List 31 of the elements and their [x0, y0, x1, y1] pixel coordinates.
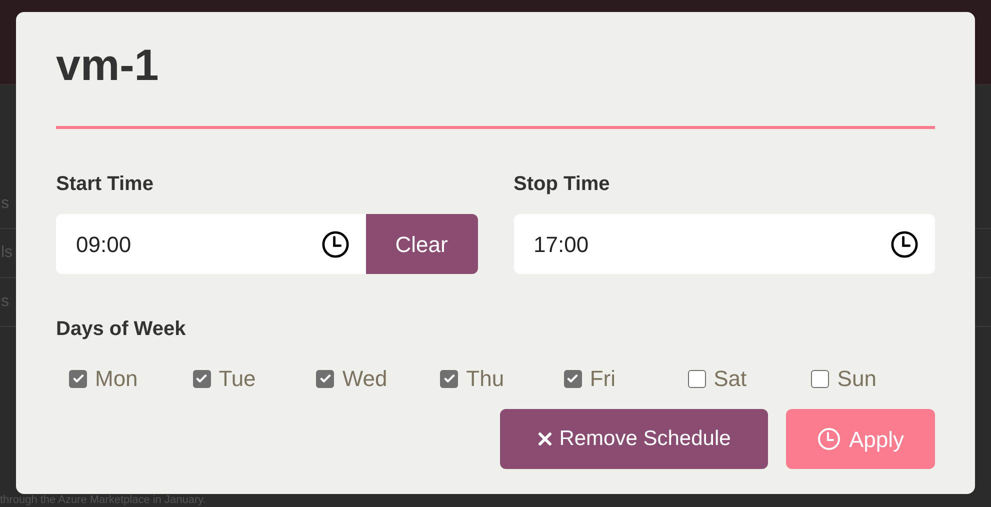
- close-icon: [537, 431, 554, 447]
- day-label: Thu: [466, 365, 504, 393]
- clock-icon: [816, 427, 841, 451]
- checkmark-icon: [72, 372, 84, 385]
- day-label: Fri: [590, 365, 616, 393]
- remove-schedule-button[interactable]: Remove Schedule: [500, 409, 768, 469]
- clear-button[interactable]: Clear: [366, 214, 478, 274]
- day-label: Mon: [95, 365, 138, 393]
- checkbox[interactable]: [564, 370, 582, 388]
- checkmark-icon: [318, 372, 332, 385]
- day-label: Sat: [714, 365, 747, 393]
- checkbox[interactable]: [688, 370, 706, 388]
- dialog-title: vm-1: [56, 40, 160, 92]
- checkbox[interactable]: [316, 370, 334, 388]
- field-label: Stop Time: [514, 172, 610, 197]
- field-label: Start Time: [56, 172, 154, 197]
- checkmark-icon: [442, 372, 456, 385]
- day-label: Wed: [342, 365, 388, 393]
- clock-icon: [320, 230, 350, 258]
- day-label: Tue: [218, 365, 256, 393]
- day-label: Sun: [837, 365, 876, 393]
- checkmark-icon: [195, 372, 208, 385]
- checkbox[interactable]: [69, 370, 87, 388]
- checkbox[interactable]: [811, 370, 830, 388]
- time-field[interactable]: 09:00: [56, 214, 366, 274]
- checkmark-icon: [566, 372, 580, 385]
- clock-icon: [890, 230, 919, 258]
- checkbox[interactable]: [192, 370, 211, 388]
- time-field[interactable]: 17:00: [514, 214, 935, 274]
- section-label: Days of Week: [56, 317, 186, 342]
- checkbox[interactable]: [440, 370, 458, 388]
